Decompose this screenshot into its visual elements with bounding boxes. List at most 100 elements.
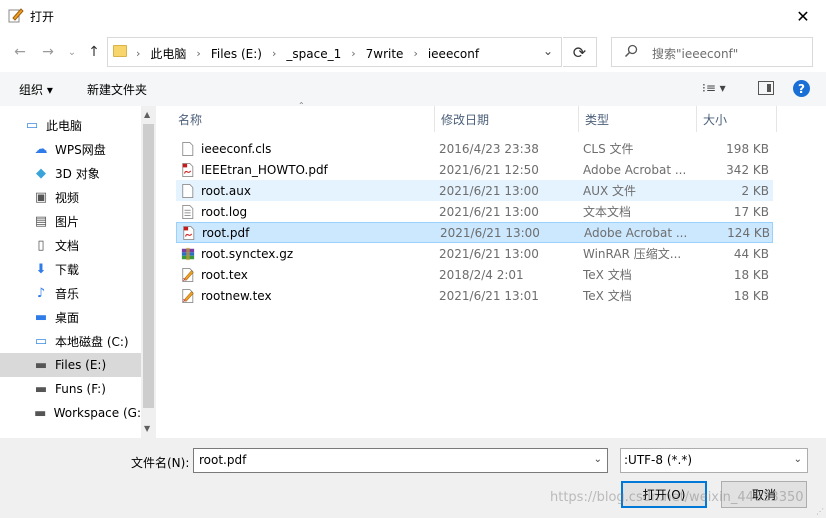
text-file-icon bbox=[180, 141, 196, 157]
video-icon: ▣ bbox=[34, 189, 48, 205]
refresh-button[interactable]: ⟳ bbox=[563, 37, 597, 67]
search-input[interactable]: 搜索"ieeeconf" bbox=[611, 37, 813, 67]
sidebar-item[interactable]: ▬ 桌面 bbox=[0, 305, 141, 329]
file-list[interactable]: ⌃ 名称 修改日期 类型 大小 ieeeconf.cls 2016/4/23 23… bbox=[158, 101, 826, 438]
sidebar-item[interactable]: ◆ 3D 对象 bbox=[0, 161, 141, 185]
file-name: root.tex bbox=[201, 267, 248, 282]
column-header-date[interactable]: 修改日期 bbox=[435, 106, 579, 132]
forward-button[interactable]: → bbox=[38, 42, 58, 62]
chevron-down-icon[interactable]: ⌄ bbox=[594, 454, 602, 465]
navigation-pane[interactable]: ▲ ▼ ▭ 此电脑 ☁ WPS网盘 ◆ 3D 对象 ▣ 视频 ▤ 图片 ▯ 文档 ⬇ 下载 ♪ 音乐 ▬ 桌面 ▭ 本… bbox=[0, 106, 156, 438]
file-name: root.aux bbox=[201, 183, 251, 198]
file-row[interactable]: x rootnew.tex 2021/6/21 13:01 TeX 文档 18 KB bbox=[176, 285, 773, 306]
file-name: root.pdf bbox=[202, 225, 250, 240]
column-header-type[interactable]: 类型 bbox=[579, 106, 697, 132]
sidebar-scrollbar[interactable]: ▲ ▼ bbox=[141, 106, 156, 438]
file-date: 2021/6/21 13:00 bbox=[439, 204, 539, 219]
file-row[interactable]: ieeeconf.cls 2016/4/23 23:38 CLS 文件 198 KB bbox=[176, 138, 773, 159]
organize-button[interactable]: 组织 ▾ bbox=[19, 81, 53, 98]
breadcrumb-item-7write[interactable]: 7write bbox=[366, 47, 404, 61]
breadcrumb-item-ieeeconf[interactable]: ieeeconf bbox=[428, 47, 479, 61]
file-size: 18 KB bbox=[733, 267, 769, 282]
column-header-size[interactable]: 大小 bbox=[697, 106, 777, 132]
sidebar-item[interactable]: ▯ 文档 bbox=[0, 233, 141, 257]
sidebar-item[interactable]: ▭ 此电脑 bbox=[0, 113, 141, 137]
back-button[interactable]: ← bbox=[10, 42, 30, 62]
title-bar: 打开 ✕ bbox=[0, 0, 826, 32]
close-button[interactable]: ✕ bbox=[780, 0, 826, 32]
up-button[interactable]: ↑ bbox=[84, 42, 104, 62]
sidebar-item[interactable]: ▣ 视频 bbox=[0, 185, 141, 209]
file-name: root.synctex.gz bbox=[201, 246, 294, 261]
window-title: 打开 bbox=[30, 10, 55, 24]
chevron-down-icon[interactable]: ⌄ bbox=[794, 454, 802, 465]
view-options-button[interactable]: ⁝≡ ▾ bbox=[702, 81, 726, 95]
breadcrumb-separator[interactable]: › bbox=[196, 47, 200, 60]
preview-pane-icon[interactable] bbox=[758, 81, 774, 95]
svg-text:x: x bbox=[183, 298, 186, 304]
sidebar-item[interactable]: ▬ Workspace (G: bbox=[0, 401, 141, 425]
new-folder-button[interactable]: 新建文件夹 bbox=[87, 81, 147, 98]
sidebar-item[interactable]: ▭ 本地磁盘 (C:) bbox=[0, 329, 141, 353]
pc-icon: ▭ bbox=[25, 117, 39, 133]
file-row[interactable]: x root.tex 2018/2/4 2:01 TeX 文档 18 KB bbox=[176, 264, 773, 285]
sidebar-item[interactable]: ⬇ 下载 bbox=[0, 257, 141, 281]
file-name: root.log bbox=[201, 204, 248, 219]
breadcrumb: › 此电脑 › Files (E:) › _space_1 › 7write ›… bbox=[136, 45, 479, 62]
filetype-select[interactable]: :UTF-8 (*.*) ⌄ bbox=[620, 448, 808, 473]
sidebar-item-label: 本地磁盘 (C:) bbox=[55, 334, 129, 349]
breadcrumb-item-space-1[interactable]: _space_1 bbox=[286, 47, 341, 61]
filename-input[interactable]: root.pdf ⌄ bbox=[193, 448, 608, 473]
file-row[interactable]: root.log 2021/6/21 13:00 文本文档 17 KB bbox=[176, 201, 773, 222]
sidebar-item-label: 桌面 bbox=[55, 310, 80, 325]
archive-file-icon bbox=[180, 246, 196, 262]
column-header-name[interactable]: 名称 bbox=[172, 106, 435, 132]
sidebar-item[interactable]: ▬ Funs (F:) bbox=[0, 377, 141, 401]
sidebar-item-label: 图片 bbox=[55, 214, 80, 229]
file-row[interactable]: IEEEtran_HOWTO.pdf 2021/6/21 12:50 Adobe A… bbox=[176, 159, 773, 180]
tex-file-icon: x bbox=[180, 288, 196, 304]
file-row[interactable]: root.synctex.gz 2021/6/21 13:00 WinRAR 压缩文… bbox=[176, 243, 773, 264]
recent-locations-button[interactable]: ⌄ bbox=[62, 42, 82, 62]
filename-label: 文件名(N): bbox=[131, 456, 190, 470]
file-type: TeX 文档 bbox=[583, 268, 632, 282]
breadcrumb-item-this-pc[interactable]: 此电脑 bbox=[150, 45, 186, 62]
file-size: 198 KB bbox=[726, 141, 769, 156]
file-name: rootnew.tex bbox=[201, 288, 272, 303]
search-placeholder: 搜索"ieeeconf" bbox=[652, 47, 739, 61]
sidebar-item-label: 文档 bbox=[55, 238, 80, 253]
file-date: 2018/2/4 2:01 bbox=[439, 267, 524, 282]
filename-value[interactable]: root.pdf bbox=[199, 453, 246, 467]
download-icon: ⬇ bbox=[35, 261, 47, 277]
sidebar-item-label: 下载 bbox=[55, 262, 80, 277]
resize-grip-icon[interactable]: ⋰ bbox=[816, 507, 824, 516]
address-bar[interactable]: › 此电脑 › Files (E:) › _space_1 › 7write ›… bbox=[107, 37, 562, 67]
file-type: 文本文档 bbox=[583, 205, 632, 219]
breadcrumb-separator[interactable]: › bbox=[413, 47, 417, 60]
file-name: ieeeconf.cls bbox=[201, 141, 272, 156]
chevron-down-icon[interactable]: ⌄ bbox=[543, 44, 553, 58]
scrollbar-thumb[interactable] bbox=[143, 124, 154, 408]
sidebar-item-label: Files (E:) bbox=[55, 358, 107, 372]
document-icon: ▯ bbox=[37, 237, 45, 253]
breadcrumb-separator[interactable]: › bbox=[272, 47, 276, 60]
scroll-down-arrow-icon[interactable]: ▼ bbox=[144, 424, 150, 433]
file-row[interactable]: root.aux 2021/6/21 13:00 AUX 文件 2 KB bbox=[176, 180, 773, 201]
file-row[interactable]: root.pdf 2021/6/21 13:00 Adobe Acrobat ...… bbox=[176, 222, 773, 243]
sidebar-item-label: 音乐 bbox=[55, 286, 80, 301]
sidebar-item[interactable]: ▬ Files (E:) bbox=[0, 353, 141, 377]
dialog-footer: 文件名(N): root.pdf ⌄ :UTF-8 (*.*) ⌄ 打开(O) … bbox=[0, 438, 826, 518]
breadcrumb-item-files-e[interactable]: Files (E:) bbox=[211, 47, 262, 61]
breadcrumb-separator[interactable]: › bbox=[351, 47, 355, 60]
scroll-up-arrow-icon[interactable]: ▲ bbox=[144, 110, 150, 119]
desktop-icon: ▬ bbox=[34, 309, 48, 325]
sidebar-item[interactable]: ♪ 音乐 bbox=[0, 281, 141, 305]
help-button[interactable]: ? bbox=[793, 80, 810, 97]
sidebar-item[interactable]: ▤ 图片 bbox=[0, 209, 141, 233]
music-icon: ♪ bbox=[36, 285, 46, 301]
sidebar-item[interactable]: ☁ WPS网盘 bbox=[0, 137, 141, 161]
watermark: https://blog.csdn.net/weixin_44633350 bbox=[550, 490, 804, 505]
search-icon bbox=[624, 44, 638, 58]
navigation-bar: ← → ⌄ ↑ › 此电脑 › Files (E:) › _space_1 › … bbox=[0, 32, 826, 72]
cube-icon: ◆ bbox=[36, 165, 46, 181]
